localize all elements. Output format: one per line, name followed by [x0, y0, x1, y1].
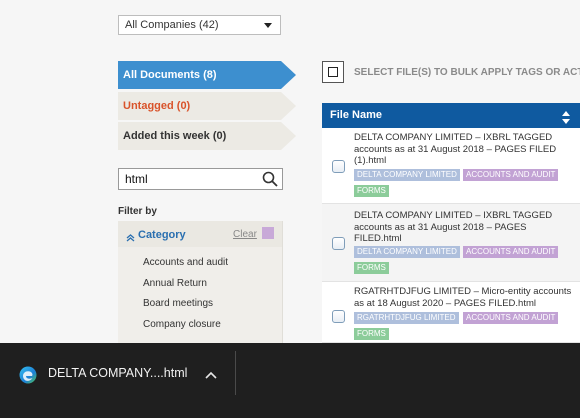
row-checkbox[interactable] — [332, 310, 345, 323]
category-header[interactable]: Category Clear — [118, 221, 282, 247]
chevron-down-icon — [264, 23, 272, 28]
nav-arrow — [281, 61, 296, 89]
tag-company[interactable]: DELTA COMPANY LIMITED — [354, 246, 460, 258]
tag-accounts-and-audit[interactable]: ACCOUNTS AND AUDIT — [463, 246, 559, 258]
nav-arrow — [281, 92, 296, 120]
row-checkbox[interactable] — [332, 160, 345, 173]
file-title[interactable]: DELTA COMPANY LIMITED – IXBRL TAGGED acc… — [354, 132, 576, 167]
filter-by-label: Filter by — [118, 206, 157, 217]
clear-filter-link[interactable]: Clear — [233, 229, 257, 240]
bulk-select-checkbox[interactable] — [322, 61, 344, 83]
download-filename[interactable]: DELTA COMPANY....html — [48, 366, 187, 380]
file-title[interactable]: RGATRHTDJFUG LIMITED – Micro-entity acco… — [354, 286, 576, 309]
nav-added-this-week[interactable]: Added this week (0) — [118, 122, 296, 150]
table-row[interactable]: DELTA COMPANY LIMITED – IXBRL TAGGED acc… — [322, 128, 580, 204]
category-item[interactable]: Company closure — [143, 319, 221, 330]
search-icon[interactable] — [262, 171, 278, 193]
tag-company[interactable]: RGATRHTDJFUG LIMITED — [354, 312, 459, 324]
category-item[interactable]: Board meetings — [143, 298, 213, 309]
nav-all-documents[interactable]: All Documents (8) — [118, 61, 296, 89]
search-input-value: html — [125, 172, 148, 186]
table-row[interactable]: RGATRHTDJFUG LIMITED – Micro-entity acco… — [322, 282, 580, 343]
table-row[interactable]: DELTA COMPANY LIMITED – IXBRL TAGGED acc… — [322, 204, 580, 282]
edge-icon — [19, 366, 37, 389]
chevron-up-icon[interactable] — [205, 367, 217, 385]
tag-accounts-and-audit[interactable]: ACCOUNTS AND AUDIT — [463, 169, 559, 181]
nav-untagged[interactable]: Untagged (0) — [118, 92, 296, 120]
download-bar: DELTA COMPANY....html — [0, 343, 580, 418]
tag-company[interactable]: DELTA COMPANY LIMITED — [354, 169, 460, 181]
row-checkbox[interactable] — [332, 237, 345, 250]
file-name-column-header[interactable]: File Name — [322, 103, 580, 128]
category-color-swatch — [262, 227, 274, 239]
company-select[interactable]: All Companies (42) — [118, 15, 281, 35]
document-manager: All Companies (42) All Documents (8) Unt… — [0, 0, 580, 343]
tag-forms[interactable]: FORMS — [354, 262, 389, 274]
nav-added-this-week-label: Added this week (0) — [123, 130, 227, 142]
nav-untagged-label: Untagged (0) — [123, 100, 191, 112]
tag-accounts-and-audit[interactable]: ACCOUNTS AND AUDIT — [463, 312, 559, 324]
category-title: Category — [138, 229, 186, 241]
tag-forms[interactable]: FORMS — [354, 185, 389, 197]
category-filter-panel: Category Clear Accounts and audit Annual… — [118, 221, 283, 343]
nav-arrow — [281, 122, 296, 150]
search-input[interactable]: html — [118, 168, 283, 190]
category-item[interactable]: Accounts and audit — [143, 257, 228, 268]
tag-forms[interactable]: FORMS — [354, 328, 389, 340]
nav-all-documents-label: All Documents (8) — [123, 69, 217, 81]
file-title[interactable]: DELTA COMPANY LIMITED – IXBRL TAGGED acc… — [354, 210, 576, 245]
chevron-up-icon[interactable] — [126, 229, 135, 247]
bulk-select-label: SELECT FILE(S) TO BULK APPLY TAGS OR ACT… — [354, 67, 580, 78]
company-select-value: All Companies (42) — [125, 19, 219, 31]
download-divider — [235, 351, 236, 395]
file-name-header-label: File Name — [330, 109, 382, 121]
category-item[interactable]: Annual Return — [143, 278, 207, 289]
